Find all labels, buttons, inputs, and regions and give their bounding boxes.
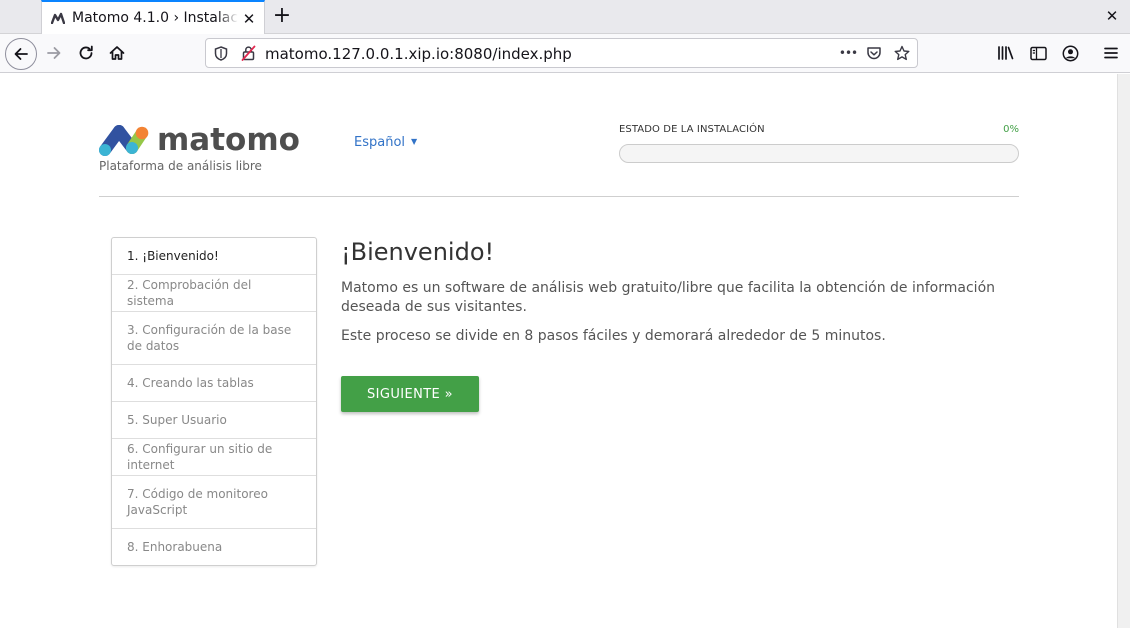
step-item-congratulations[interactable]: 8. Enhorabuena xyxy=(112,529,316,565)
step-label: 5. Super Usuario xyxy=(127,413,227,427)
step-item-tracking-code[interactable]: 7. Código de monitoreo JavaScript xyxy=(112,476,316,529)
matomo-favicon-icon xyxy=(51,12,65,24)
sidebar-button[interactable] xyxy=(1024,39,1052,67)
pocket-icon[interactable] xyxy=(866,45,882,61)
browser-toolbar: matomo.127.0.0.1.xip.io:8080/index.php •… xyxy=(0,34,1130,73)
insecure-lock-icon[interactable] xyxy=(240,45,256,61)
menu-icon xyxy=(1104,47,1118,59)
page-title: ¡Bienvenido! xyxy=(341,238,495,266)
step-item-welcome[interactable]: 1. ¡Bienvenido! xyxy=(112,238,316,275)
step-label: 1. ¡Bienvenido! xyxy=(127,249,219,263)
shield-icon[interactable] xyxy=(213,45,229,61)
step-item-super-user[interactable]: 5. Super Usuario xyxy=(112,402,316,439)
back-button[interactable] xyxy=(5,38,37,70)
forward-icon xyxy=(47,47,61,59)
tab-title: Matomo 4.1.0 › Instalación xyxy=(72,10,238,26)
home-icon xyxy=(109,46,125,60)
step-item-system-check[interactable]: 2. Comprobación del sistema xyxy=(112,275,316,312)
step-item-creating-tables[interactable]: 4. Creando las tablas xyxy=(112,365,316,402)
step-label: 2. Comprobación del sistema xyxy=(127,278,252,308)
next-button[interactable]: SIGUIENTE » xyxy=(341,376,479,412)
page-scrollbar[interactable] xyxy=(1117,74,1130,628)
page-content: matomo Plataforma de análisis libre Espa… xyxy=(0,74,1117,628)
language-selector-label: Español xyxy=(354,135,406,150)
sidebar-icon xyxy=(1029,46,1047,60)
account-button[interactable] xyxy=(1056,39,1084,67)
logo-wordmark: matomo xyxy=(157,122,300,158)
language-selector[interactable]: Español ▼ xyxy=(354,135,417,150)
browser-tab[interactable]: Matomo 4.1.0 › Instalación ✕ xyxy=(41,0,265,34)
forward-button[interactable] xyxy=(40,39,68,67)
url-text[interactable]: matomo.127.0.0.1.xip.io:8080/index.php xyxy=(265,45,572,63)
new-tab-button[interactable]: + xyxy=(272,5,292,27)
reload-button[interactable] xyxy=(72,39,100,67)
step-label: 3. Configuración de la base de datos xyxy=(127,323,292,353)
matomo-logo[interactable]: matomo xyxy=(99,122,321,158)
page-actions-icon[interactable]: ••• xyxy=(838,45,858,61)
step-label: 7. Código de monitoreo JavaScript xyxy=(127,487,268,517)
library-icon xyxy=(998,46,1014,60)
tagline: Plataforma de análisis libre xyxy=(99,159,262,173)
header-divider xyxy=(99,196,1019,197)
bookmark-star-icon[interactable] xyxy=(894,45,910,61)
install-progress-percent: 0% xyxy=(1003,124,1019,135)
install-steps-list: 1. ¡Bienvenido! 2. Comprobación del sist… xyxy=(111,237,317,566)
duration-paragraph: Este proceso se divide en 8 pasos fácile… xyxy=(341,328,886,344)
window-close-button[interactable]: ✕ xyxy=(1104,8,1120,24)
caret-down-icon: ▼ xyxy=(411,137,418,146)
install-progress-label: ESTADO DE LA INSTALACIÓN xyxy=(619,124,765,135)
intro-paragraph: Matomo es un software de análisis web gr… xyxy=(341,280,996,315)
matomo-logo-mark-icon: matomo xyxy=(99,122,300,158)
address-bar[interactable]: matomo.127.0.0.1.xip.io:8080/index.php •… xyxy=(205,38,918,68)
library-button[interactable] xyxy=(992,39,1020,67)
step-item-setup-website[interactable]: 6. Configurar un sitio de internet xyxy=(112,439,316,476)
browser-tab-bar: Matomo 4.1.0 › Instalación ✕ + ✕ xyxy=(0,0,1130,34)
home-button[interactable] xyxy=(103,39,131,67)
step-label: 4. Creando las tablas xyxy=(127,376,254,390)
tab-close-icon[interactable]: ✕ xyxy=(241,11,257,27)
account-icon xyxy=(1062,45,1078,61)
menu-button[interactable] xyxy=(1097,39,1125,67)
step-label: 6. Configurar un sitio de internet xyxy=(127,442,273,472)
step-label: 8. Enhorabuena xyxy=(127,540,223,554)
reload-icon xyxy=(79,45,93,60)
step-item-database-setup[interactable]: 3. Configuración de la base de datos xyxy=(112,312,316,365)
install-progress-bar xyxy=(619,144,1019,163)
back-icon xyxy=(14,48,28,60)
